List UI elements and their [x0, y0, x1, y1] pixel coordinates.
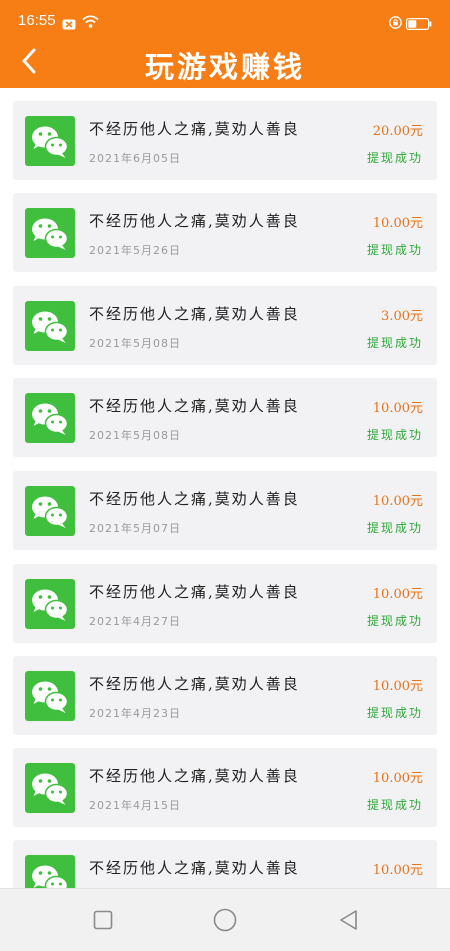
wechat-icon — [25, 486, 75, 536]
battery-icon — [406, 15, 432, 34]
item-status: 提现成功 — [366, 521, 423, 535]
item-status: 提现成功 — [366, 428, 423, 442]
wechat-icon — [25, 763, 75, 813]
withdrawal-record-list[interactable]: 不经历他人之痛,莫劝人善良 2021年6月05日 20.00元 提现成功 不经历… — [0, 88, 450, 888]
item-status: 提现成功 — [366, 706, 423, 720]
wechat-icon — [25, 301, 75, 351]
item-amount: 3.00元 — [381, 309, 423, 324]
item-amount: 20.00元 — [372, 124, 423, 139]
item-date: 2021年6月05日 — [89, 152, 181, 165]
status-time: 16:55 — [18, 12, 56, 29]
item-title: 不经历他人之痛,莫劝人善良 — [89, 397, 300, 415]
list-item[interactable]: 不经历他人之痛,莫劝人善良 2021年6月05日 20.00元 提现成功 — [13, 101, 437, 180]
item-title: 不经历他人之痛,莫劝人善良 — [89, 212, 300, 230]
list-item[interactable]: 不经历他人之痛,莫劝人善良 2021年5月08日 3.00元 提现成功 — [13, 286, 437, 365]
list-item[interactable]: 不经历他人之痛,莫劝人善良 2021年5月07日 10.00元 提现成功 — [13, 471, 437, 550]
list-item[interactable]: 不经历他人之痛,莫劝人善良 2021年5月26日 10.00元 提现成功 — [13, 193, 437, 272]
back-nav-button[interactable] — [333, 905, 363, 935]
item-status: 提现成功 — [366, 798, 423, 812]
item-status: 提现成功 — [366, 614, 423, 628]
list-item[interactable]: 不经历他人之痛,莫劝人善良 2021年4月27日 10.00元 提现成功 — [13, 564, 437, 643]
item-amount: 10.00元 — [372, 494, 423, 509]
item-date: 2021年5月07日 — [89, 522, 181, 535]
item-date: 2021年5月08日 — [89, 337, 181, 350]
rotation-lock-icon — [389, 14, 402, 33]
triangle-icon — [340, 910, 357, 930]
wechat-icon — [25, 208, 75, 258]
list-item[interactable]: 不经历他人之痛,莫劝人善良 2021年5月08日 10.00元 提现成功 — [13, 378, 437, 457]
wechat-icon — [25, 671, 75, 721]
page-title: 玩游戏赚钱 — [144, 50, 305, 84]
item-title: 不经历他人之痛,莫劝人善良 — [89, 675, 300, 693]
status-bar: 16:55 — [0, 0, 450, 40]
home-button[interactable] — [210, 905, 240, 935]
item-status: 提现成功 — [366, 336, 423, 350]
item-status: 提现成功 — [366, 243, 423, 257]
square-icon — [93, 910, 113, 930]
item-date: 2021年5月26日 — [89, 244, 181, 257]
item-title: 不经历他人之痛,莫劝人善良 — [89, 583, 300, 601]
notification-icon — [62, 15, 76, 34]
item-amount: 10.00元 — [372, 863, 423, 878]
list-item[interactable]: 不经历他人之痛,莫劝人善良 2021年4月15日 10.00元 提现成功 — [13, 748, 437, 827]
item-title: 不经历他人之痛,莫劝人善良 — [89, 120, 300, 138]
item-date: 2021年4月15日 — [89, 799, 181, 812]
item-date: 2021年4月27日 — [89, 615, 181, 628]
item-title: 不经历他人之痛,莫劝人善良 — [89, 767, 300, 785]
item-title: 不经历他人之痛,莫劝人善良 — [89, 859, 300, 877]
wechat-icon — [25, 579, 75, 629]
item-amount: 10.00元 — [372, 771, 423, 786]
item-amount: 10.00元 — [372, 216, 423, 231]
list-item[interactable]: 不经历他人之痛,莫劝人善良 10.00元 — [13, 840, 437, 888]
header: 16:55 玩游戏赚钱 — [0, 0, 450, 88]
item-date: 2021年4月23日 — [89, 707, 181, 720]
circle-icon — [213, 908, 237, 932]
item-amount: 10.00元 — [372, 587, 423, 602]
wechat-icon — [25, 116, 75, 166]
wechat-icon — [25, 855, 75, 888]
list-item[interactable]: 不经历他人之痛,莫劝人善良 2021年4月23日 10.00元 提现成功 — [13, 656, 437, 735]
item-title: 不经历他人之痛,莫劝人善良 — [89, 305, 300, 323]
item-date: 2021年5月08日 — [89, 429, 181, 442]
item-amount: 10.00元 — [372, 679, 423, 694]
wifi-icon — [82, 13, 99, 32]
wechat-icon — [25, 393, 75, 443]
recent-apps-button[interactable] — [88, 905, 118, 935]
system-nav-bar — [0, 888, 450, 951]
item-amount: 10.00元 — [372, 401, 423, 416]
item-title: 不经历他人之痛,莫劝人善良 — [89, 490, 300, 508]
item-status: 提现成功 — [366, 151, 423, 165]
